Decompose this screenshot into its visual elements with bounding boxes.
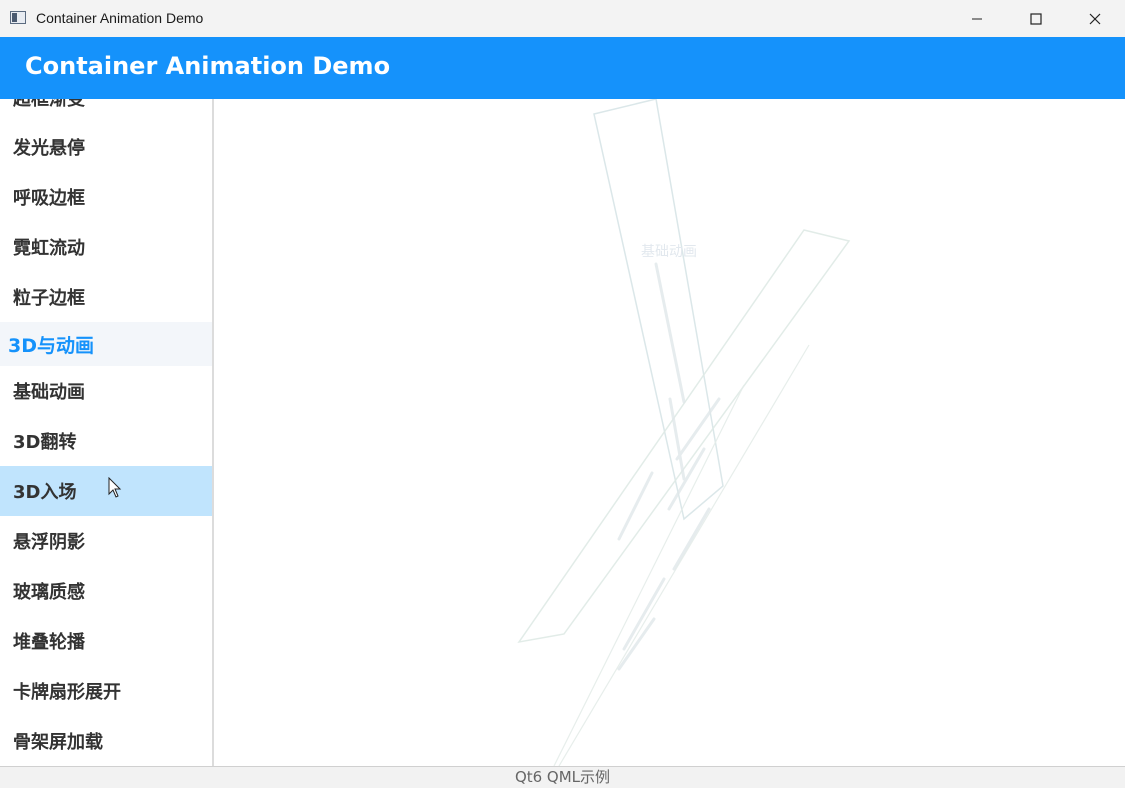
window-title: Container Animation Demo — [36, 10, 204, 26]
sidebar-item-neon-flow[interactable]: 霓虹流动 — [0, 222, 212, 272]
card-outline-2 — [517, 229, 851, 644]
sidebar-item-label: 基础动画 — [13, 382, 85, 403]
sidebar[interactable]: 超框渐变 发光悬停 呼吸边框 霓虹流动 粒子边框 3D与动画 基础动画 3D翻转… — [0, 99, 212, 766]
sidebar-item-glow-hover[interactable]: 发光悬停 — [0, 122, 212, 172]
sidebar-item-label: 玻璃质感 — [13, 582, 85, 603]
sidebar-item-hover-shadow[interactable]: 悬浮阴影 — [0, 516, 212, 566]
sidebar-item-label: 悬浮阴影 — [13, 532, 85, 553]
sidebar-item-particle-border[interactable]: 粒子边框 — [0, 272, 212, 322]
card-label: 基础动画 — [641, 244, 697, 260]
sidebar-item-basic-animation[interactable]: 基础动画 — [0, 366, 212, 416]
sidebar-item-border-gradient[interactable]: 超框渐变 — [0, 99, 212, 123]
footer-text: Qt6 QML示例 — [514, 768, 611, 786]
minimize-button[interactable] — [948, 0, 1006, 37]
sidebar-item-label: 粒子边框 — [13, 288, 85, 309]
sidebar-item-label: 3D入场 — [13, 482, 77, 503]
sidebar-item-breathing-border[interactable]: 呼吸边框 — [0, 172, 212, 222]
close-icon — [1089, 13, 1101, 24]
status-footer: Qt6 QML示例 — [0, 766, 1125, 788]
sidebar-item-label: 呼吸边框 — [13, 188, 85, 209]
sidebar-item-label: 霓虹流动 — [13, 238, 85, 259]
sidebar-item-3d-entrance[interactable]: 3D入场 — [0, 466, 212, 516]
minimize-icon — [972, 18, 982, 19]
app-header: Container Animation Demo — [0, 37, 1125, 99]
sidebar-item-card-fan[interactable]: 卡牌扇形展开 — [0, 666, 212, 716]
animated-cards — [517, 99, 851, 766]
window-titlebar: Container Animation Demo — [0, 0, 1125, 37]
animation-stage: 基础动画 — [214, 99, 1125, 766]
sidebar-item-skeleton-loading[interactable]: 骨架屏加载 — [0, 716, 212, 766]
category-label: 3D与动画 — [8, 334, 94, 357]
close-button[interactable] — [1066, 0, 1124, 37]
sidebar-item-label: 卡牌扇形展开 — [13, 682, 121, 703]
maximize-button[interactable] — [1007, 0, 1065, 37]
sidebar-item-label: 超框渐变 — [13, 99, 85, 110]
sidebar-item-stack-carousel[interactable]: 堆叠轮播 — [0, 616, 212, 666]
mouse-cursor-icon — [108, 477, 122, 498]
sidebar-item-glass[interactable]: 玻璃质感 — [0, 566, 212, 616]
sidebar-item-3d-flip[interactable]: 3D翻转 — [0, 416, 212, 466]
app-icon — [10, 11, 26, 24]
sidebar-item-label: 骨架屏加载 — [13, 732, 103, 753]
sidebar-category-3d-animation: 3D与动画 — [0, 322, 212, 366]
maximize-icon — [1030, 12, 1042, 25]
card-outline-1 — [593, 99, 724, 521]
sidebar-item-label: 3D翻转 — [13, 432, 77, 453]
page-title: Container Animation Demo — [25, 52, 391, 80]
sidebar-item-label: 堆叠轮播 — [13, 632, 85, 653]
sidebar-item-label: 发光悬停 — [13, 138, 85, 159]
